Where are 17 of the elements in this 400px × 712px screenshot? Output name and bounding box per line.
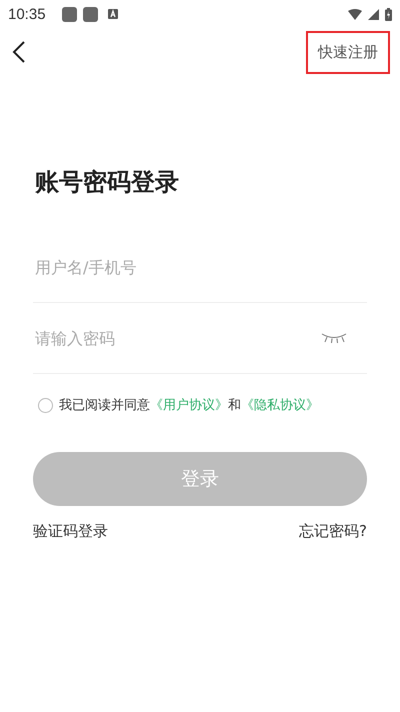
signal-icon (368, 8, 379, 20)
eye-closed-icon[interactable] (321, 332, 347, 344)
notification-icon (62, 6, 77, 22)
sms-login-link[interactable]: 验证码登录 (33, 522, 108, 541)
keyboard-notification-icon (108, 9, 118, 19)
forgot-password-link[interactable]: 忘记密码? (299, 522, 367, 541)
username-field[interactable]: 用户名/手机号 (33, 258, 367, 276)
back-icon[interactable] (12, 41, 26, 63)
page-title: 账号密码登录 (35, 167, 180, 198)
agreement-text: 我已阅读并同意《用户协议》和《隐私协议》 (59, 397, 319, 414)
battery-icon (385, 8, 392, 20)
notification-icon (82, 6, 98, 22)
register-link[interactable]: 快速注册 (306, 30, 390, 74)
status-time: 10:35 (8, 6, 46, 22)
password-field[interactable]: 请输入密码 (33, 328, 321, 348)
wifi-icon (348, 8, 362, 20)
agreement-checkbox[interactable] (38, 398, 53, 412)
